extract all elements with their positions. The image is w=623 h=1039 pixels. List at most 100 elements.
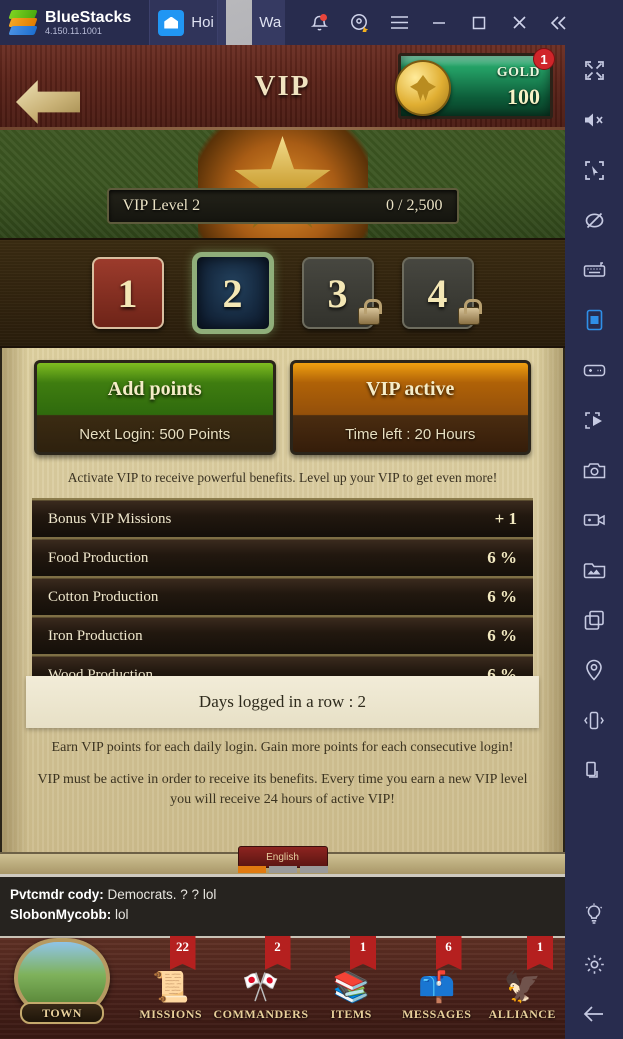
mailbox-icon: 📫 [418, 971, 456, 1004]
menu-icon[interactable] [379, 0, 419, 45]
add-points-button[interactable]: Add points Next Login: 500 Points [34, 360, 276, 455]
language-tab-active[interactable] [237, 866, 266, 873]
multi-instance-icon[interactable] [565, 595, 623, 645]
benefit-name: Wood Production [48, 666, 154, 677]
nav-badge: 2 [264, 936, 291, 970]
location-star-icon[interactable] [339, 0, 379, 45]
tab-game[interactable]: Wa [217, 0, 286, 45]
language-tabs[interactable] [237, 866, 328, 873]
shake-icon[interactable] [565, 695, 623, 745]
nav-item-label: TOWN [42, 1005, 82, 1020]
vip-progress-label: 0 / 2,500 [386, 197, 443, 214]
benefit-name: Bonus VIP Missions [48, 510, 172, 527]
bluestacks-titlebar: BlueStacks 4.150.11.1001 Hoi Wa [0, 0, 623, 45]
tab-game-label: Wa [259, 14, 282, 31]
chat-user: SlobonMycobb: [10, 907, 112, 922]
minimize-icon[interactable] [419, 0, 459, 45]
vip-tile-2[interactable]: 2 [191, 252, 274, 334]
nav-item-label: MISSIONS [139, 1007, 203, 1021]
winged-crest-icon: 🦅 [503, 971, 541, 1004]
media-gallery-icon[interactable] [565, 545, 623, 595]
close-icon[interactable] [499, 0, 539, 45]
crossed-flags-icon: 🎌 [242, 971, 280, 1004]
game-viewport: VIP GOLD 100 1 VIP Level 2 0 / 2,500 1 2 [0, 45, 565, 1039]
benefit-value: 6 % [487, 626, 517, 645]
vip-level-label: VIP Level 2 [122, 197, 201, 214]
record-video-icon[interactable] [565, 495, 623, 545]
brand-version: 4.150.11.1001 [45, 25, 102, 36]
nav-town-label-box: TOWN [20, 1002, 104, 1024]
vip-tile-1-label: 1 [117, 270, 138, 316]
screenshot-icon[interactable] [565, 445, 623, 495]
macro-play-icon[interactable] [565, 395, 623, 445]
chat-user: Pvtcmdr cody: [10, 887, 104, 902]
gold-label: GOLD [496, 65, 540, 80]
language-chip[interactable]: English [237, 846, 328, 868]
vip-level-bar: VIP Level 2 0 / 2,500 [106, 188, 459, 224]
tab-home-label: Hoi [191, 14, 214, 31]
chat-panel[interactable]: Pvtcmdr cody: Democrats. ? ? lol SlobonM… [0, 874, 565, 936]
benefit-row: Bonus VIP Missions + 1 [32, 500, 533, 539]
benefit-row: Wood Production 6 % [32, 656, 533, 676]
vip-note-active: VIP must be active in order to receive i… [37, 772, 528, 807]
benefit-value: + 1 [494, 509, 517, 528]
vip-tile-4[interactable]: 4 [401, 257, 482, 329]
keyboard-icon[interactable] [565, 245, 623, 295]
nav-item-alliance[interactable]: 1 🦅 ALLIANCE [480, 936, 566, 1039]
lock-icon [357, 299, 382, 325]
benefit-name: Food Production [48, 549, 149, 566]
resize-window-icon[interactable] [565, 745, 623, 795]
eyeslash-icon[interactable] [565, 195, 623, 245]
nav-item-label: ITEMS [330, 1007, 372, 1021]
vip-tile-3-label: 3 [327, 270, 348, 316]
vip-active-subtitle: Time left : 20 Hours [345, 425, 476, 443]
gamepad-icon[interactable] [565, 345, 623, 395]
bluestacks-sidebar [565, 45, 623, 1039]
gold-badge: 1 [533, 48, 555, 70]
screen-root: BlueStacks 4.150.11.1001 Hoi Wa VIP GOLD… [0, 0, 623, 1039]
nav-item-label: ALLIANCE [488, 1007, 556, 1021]
add-points-title: Add points [107, 378, 202, 401]
scroll-quill-icon: 📜 [152, 971, 190, 1004]
vip-benefits-list[interactable]: Bonus VIP Missions + 1 Food Production 6… [32, 498, 533, 676]
vip-active-button[interactable]: VIP active Time left : 20 Hours [289, 360, 531, 455]
vip-tile-3[interactable]: 3 [301, 257, 382, 329]
chat-text: lol [111, 907, 129, 922]
vip-tile-1[interactable]: 1 [91, 257, 164, 329]
gold-coin-icon [395, 60, 451, 116]
vip-crest-band: VIP Level 2 0 / 2,500 [0, 130, 565, 238]
bluestacks-brand: BlueStacks 4.150.11.1001 [0, 9, 131, 37]
vip-note-earn: Earn VIP points for each daily login. Ga… [51, 740, 514, 755]
gear-icon[interactable] [565, 939, 623, 989]
instance-tabs: Hoi Wa [149, 0, 286, 45]
nav-item-town[interactable]: TOWN [0, 936, 128, 1039]
vip-tile-2-label: 2 [222, 270, 243, 316]
benefit-name: Iron Production [48, 627, 143, 644]
cursor-select-icon[interactable] [565, 145, 623, 195]
location-pin-icon[interactable] [565, 645, 623, 695]
days-logged-label: Days logged in a row : 2 [198, 692, 367, 711]
tab-home[interactable]: Hoi [149, 0, 218, 45]
nav-item-missions[interactable]: 22 📜 MISSIONS [128, 936, 214, 1039]
gold-currency-widget[interactable]: GOLD 100 1 [395, 48, 555, 119]
brand-name: BlueStacks [45, 8, 132, 26]
rotate-portrait-icon[interactable] [565, 295, 623, 345]
maximize-icon[interactable] [459, 0, 499, 45]
collapse-sidebar-icon[interactable] [539, 0, 579, 45]
nav-item-items[interactable]: 1 📚 ITEMS [309, 936, 395, 1039]
fullscreen-icon[interactable] [565, 45, 623, 95]
lightbulb-icon[interactable] [565, 889, 623, 939]
benefit-value: 6 % [487, 587, 517, 606]
language-tab[interactable] [268, 866, 297, 873]
benefit-row: Food Production 6 % [32, 539, 533, 578]
nav-badge: 6 [435, 936, 462, 970]
chat-message: SlobonMycobb: lol [10, 905, 555, 925]
mute-icon[interactable] [565, 95, 623, 145]
benefit-value: 6 % [487, 665, 517, 676]
language-tab[interactable] [299, 866, 328, 873]
back-arrow-icon[interactable] [565, 989, 623, 1039]
nav-item-messages[interactable]: 6 📫 MESSAGES [394, 936, 480, 1039]
nav-item-commanders[interactable]: 2 🎌 COMMANDERS [214, 936, 309, 1039]
notification-dot [320, 13, 328, 21]
notifications-icon[interactable] [299, 0, 339, 45]
